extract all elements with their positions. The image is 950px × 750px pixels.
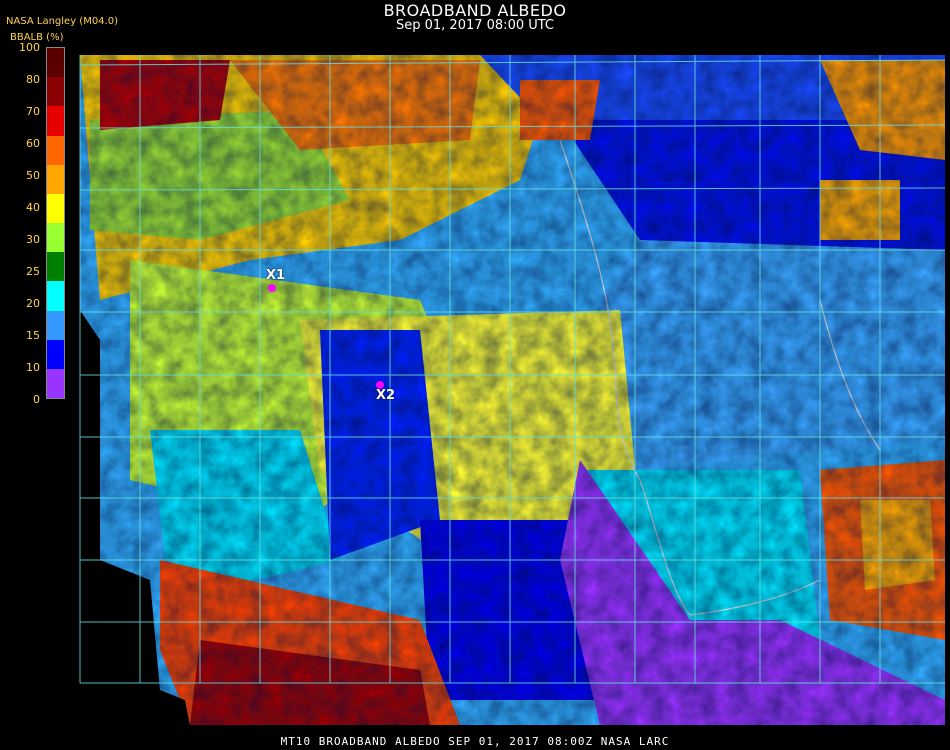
albedo-map (79, 55, 946, 725)
footer-caption: MT10 BROADBAND ALBEDO SEP 01, 2017 08:00… (280, 735, 670, 748)
marker-x1-dot (268, 284, 276, 292)
marker-x2-label: X2 (376, 388, 396, 403)
marker-x1-label: X1 (266, 268, 286, 283)
